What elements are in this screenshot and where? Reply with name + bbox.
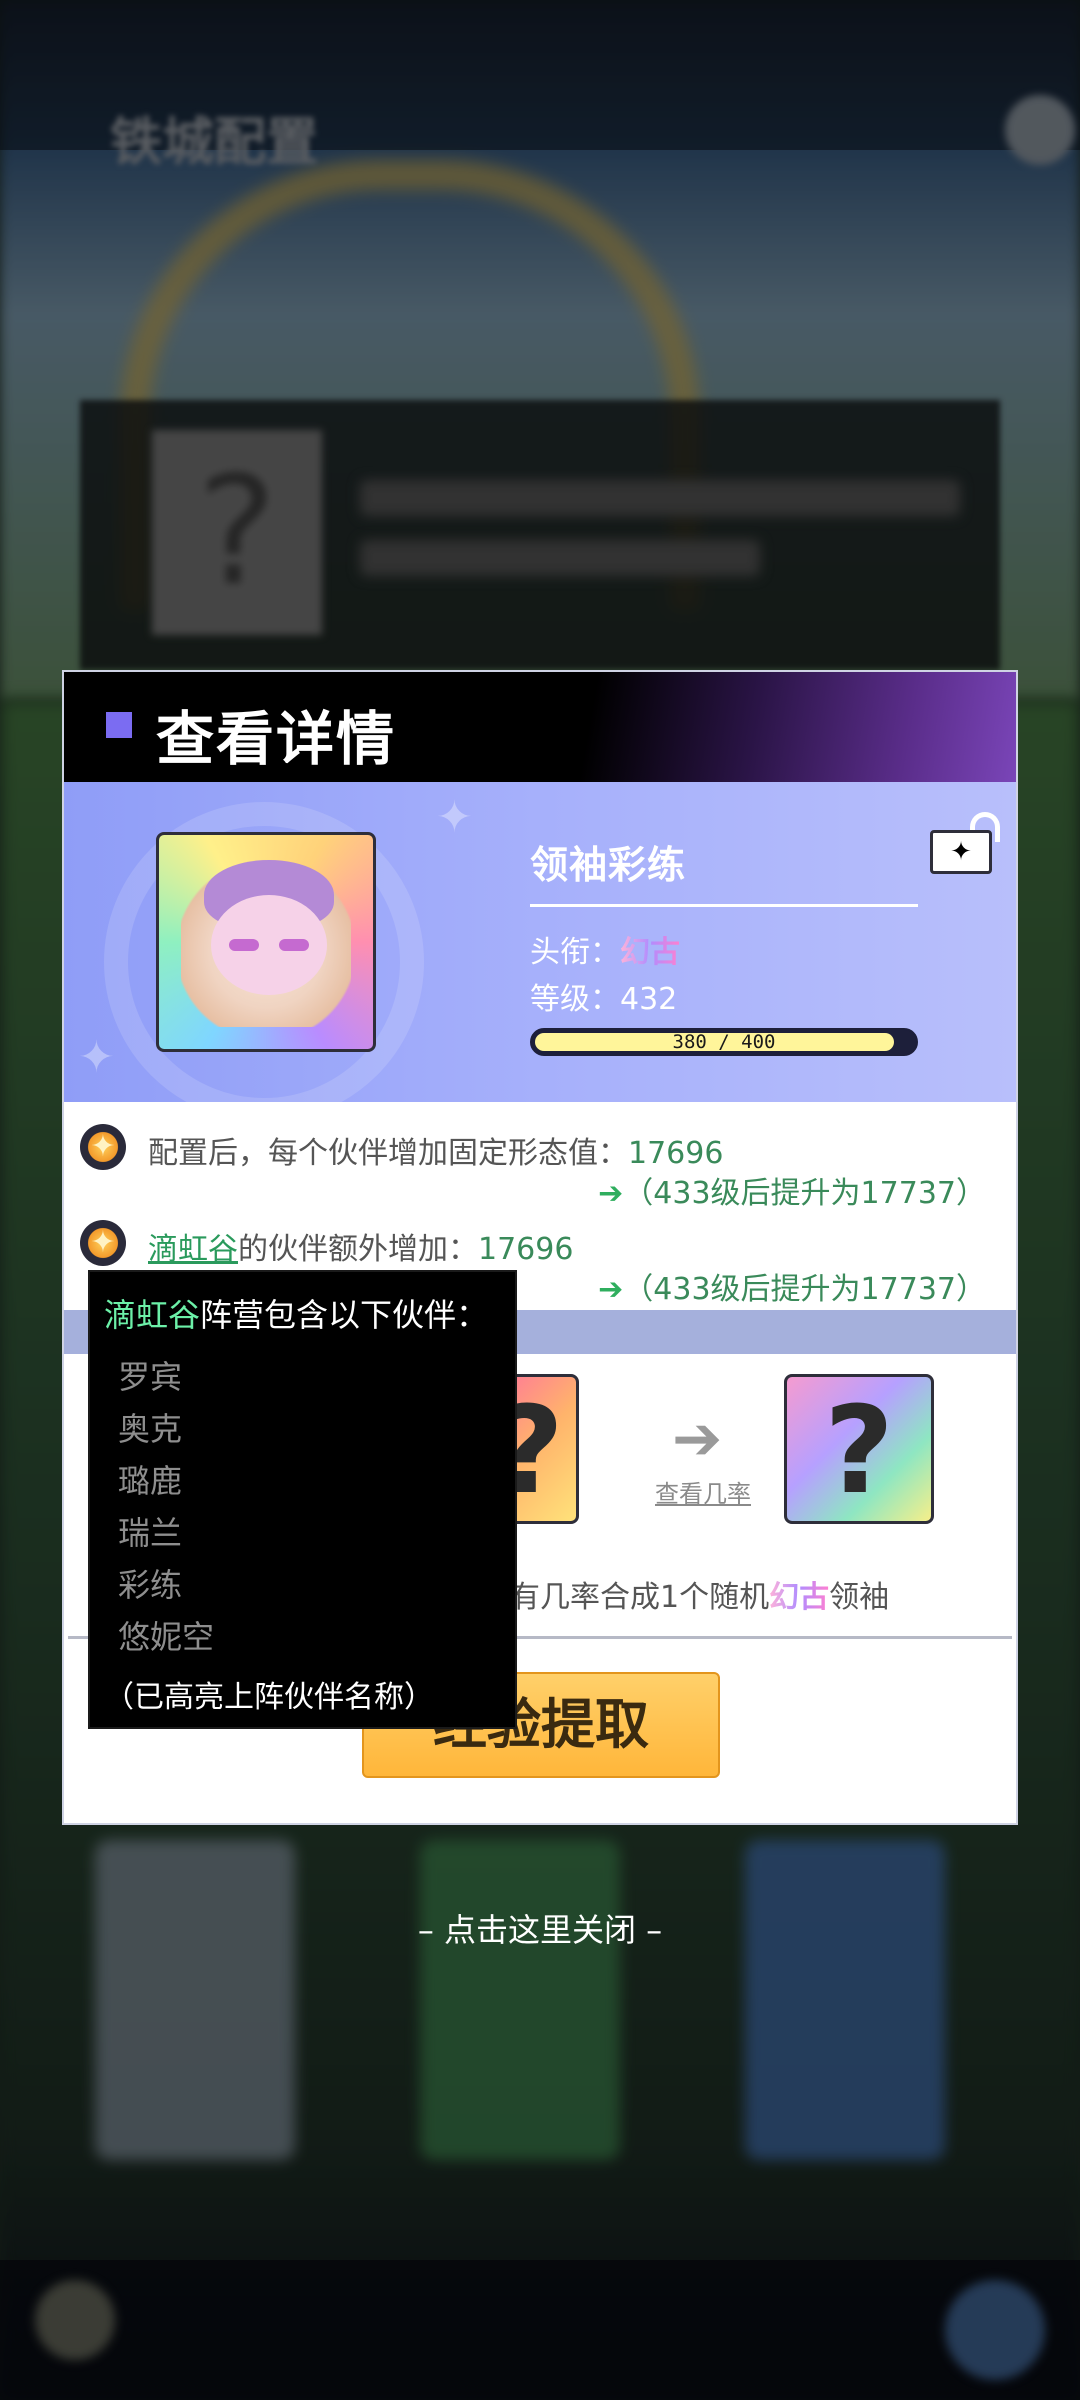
level-label: 等级： (530, 982, 620, 1017)
bonus-2-value: 17696 (478, 1232, 574, 1267)
bonus-2-upgrade: ➔（433级后提升为17737） (598, 1264, 986, 1308)
header-square-icon (106, 712, 132, 738)
sparkle-icon: ✦ (78, 1032, 115, 1083)
xp-progress-bar: 380 / 400 (530, 1028, 918, 1056)
name-underline (530, 904, 918, 907)
popup-heading: 滴虹谷阵营包含以下伙伴： (104, 1290, 488, 1336)
desc-rank: 幻古 (769, 1580, 830, 1615)
partner-level-row: 等级：432 (530, 974, 677, 1018)
arrow-right-icon: ➔ (672, 1404, 723, 1474)
partner-title-row: 头衔：幻古 (530, 927, 680, 971)
level-value: 432 (620, 982, 678, 1017)
sparkle-icon: ✦ (436, 792, 473, 843)
popup-note: （已高亮上阵伙伴名称） (104, 1680, 434, 1715)
close-hint[interactable]: – 点击这里关闭 – (0, 1905, 1080, 1951)
member-item: 奥克 (118, 1410, 183, 1448)
bonus-line-2: 滴虹谷的伙伴额外增加：17696 (148, 1224, 573, 1268)
title-value: 幻古 (620, 935, 680, 970)
dialog-header: 查看详情 (64, 672, 1016, 782)
popup-heading-text: 阵营包含以下伙伴： (200, 1296, 489, 1334)
faction-members-popup: 滴虹谷阵营包含以下伙伴： 罗宾 奥克 璐鹿 瑞兰 彩练 悠妮空 （已高亮上阵伙伴… (88, 1270, 517, 1729)
bonus-1-value: 17696 (628, 1136, 724, 1171)
member-item: 悠妮空 (118, 1618, 215, 1656)
member-item: 罗宾 (118, 1358, 183, 1396)
partner-hero: ✦ ✦ ✦ 领袖彩练 头衔：幻古 等级：432 380 / 400 (64, 782, 1016, 1102)
star-badge-icon (80, 1220, 126, 1266)
partner-avatar[interactable] (156, 832, 376, 1052)
star-badge-icon (80, 1124, 126, 1170)
green-arrow-icon: ➔ (598, 1176, 624, 1211)
dialog-title: 查看详情 (156, 705, 397, 773)
view-odds-link[interactable]: 查看几率 (655, 1474, 751, 1509)
desc-suffix: 领袖 (829, 1580, 890, 1615)
desc-prefix: 有几率合成1个随机 (510, 1580, 770, 1615)
result-card[interactable]: ? (784, 1374, 934, 1524)
avatar-eye (229, 939, 259, 951)
xp-progress-text: 380 / 400 (672, 1031, 776, 1053)
green-arrow-icon: ➔ (598, 1272, 624, 1307)
member-item: 璐鹿 (118, 1462, 183, 1500)
partner-name: 领袖彩练 (530, 842, 687, 887)
bonus-2-upgrade-text: （433级后提升为17737） (623, 1272, 986, 1307)
popup-faction-name: 滴虹谷 (104, 1296, 201, 1334)
bonus-1-upgrade: ➔（433级后提升为17737） (598, 1168, 986, 1212)
member-item: 彩练 (118, 1566, 183, 1604)
unlock-button[interactable]: ✦ (930, 812, 1008, 874)
bonus-1-label: 配置后，每个伙伴增加固定形态值： (148, 1136, 628, 1171)
bonus-1-upgrade-text: （433级后提升为17737） (623, 1176, 986, 1211)
member-item: 瑞兰 (118, 1514, 183, 1552)
title-label: 头衔： (530, 935, 620, 970)
synthesis-description: 有几率合成1个随机幻古领袖 (510, 1572, 889, 1616)
faction-link[interactable]: 滴虹谷 (148, 1232, 238, 1267)
bonus-2-label: 的伙伴额外增加： (238, 1232, 478, 1267)
bonus-line-1: 配置后，每个伙伴增加固定形态值：17696 (148, 1128, 723, 1172)
avatar-eye (279, 939, 309, 951)
unlock-icon: ✦ (930, 830, 992, 874)
